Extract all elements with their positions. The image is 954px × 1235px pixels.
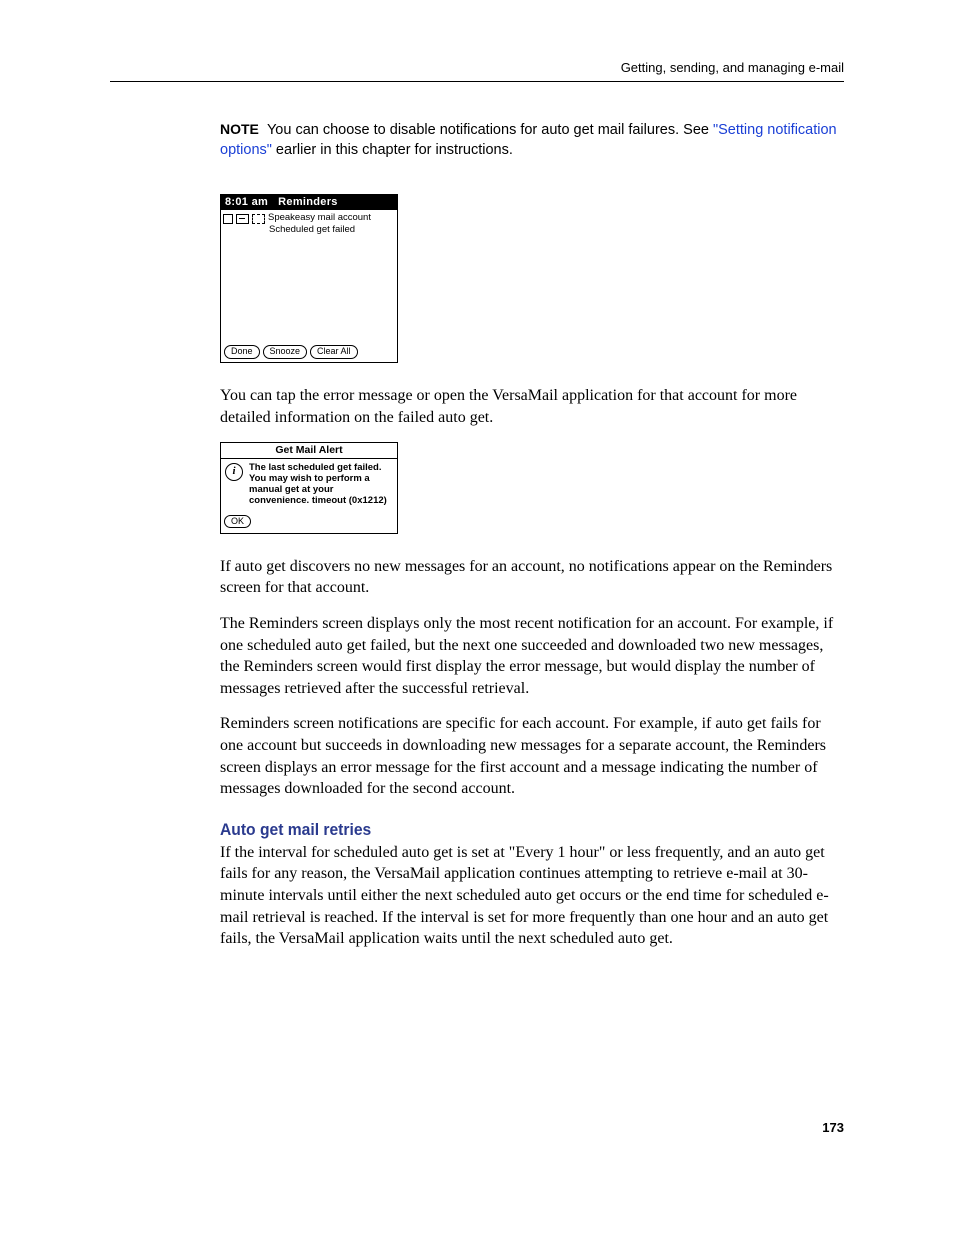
alert-title: Get Mail Alert [221, 443, 397, 459]
section-heading: Auto get mail retries [220, 820, 794, 840]
mail-open-icon [252, 214, 265, 224]
ok-button[interactable]: OK [224, 515, 251, 528]
reminders-title-bar: 8:01 am Reminders [221, 195, 397, 210]
mail-icon [236, 214, 249, 224]
body-paragraph: Reminders screen notifications are speci… [220, 713, 844, 799]
reminders-label: Reminders [278, 196, 338, 208]
clear-all-button[interactable]: Clear All [310, 345, 358, 359]
checkbox-icon [223, 214, 233, 224]
reminders-screenshot: 8:01 am Reminders Speakeasy mail account… [220, 194, 398, 363]
note-label: NOTE [220, 121, 259, 137]
note-text-after: earlier in this chapter for instructions… [272, 142, 513, 158]
done-button[interactable]: Done [224, 345, 260, 359]
info-icon: i [225, 463, 243, 481]
body-paragraph: If auto get discovers no new messages fo… [220, 556, 844, 599]
body-paragraph: If the interval for scheduled auto get i… [220, 842, 844, 950]
note-text-before: You can choose to disable notifications … [267, 122, 713, 138]
page-header: Getting, sending, and managing e-mail [110, 60, 844, 82]
snooze-button[interactable]: Snooze [263, 345, 308, 359]
reminders-time: 8:01 am [225, 196, 268, 208]
body-paragraph: You can tap the error message or open th… [220, 385, 844, 428]
reminder-row: Speakeasy mail account [223, 213, 395, 224]
reminder-text: Speakeasy mail account [268, 213, 395, 223]
alert-screenshot: Get Mail Alert i The last scheduled get … [220, 442, 398, 534]
reminder-subtext: Scheduled get failed [269, 224, 395, 235]
page-number: 173 [110, 1120, 844, 1135]
alert-text: The last scheduled get failed. You may w… [249, 463, 393, 507]
note-paragraph: NOTE You can choose to disable notificat… [220, 120, 844, 160]
body-paragraph: The Reminders screen displays only the m… [220, 613, 844, 699]
